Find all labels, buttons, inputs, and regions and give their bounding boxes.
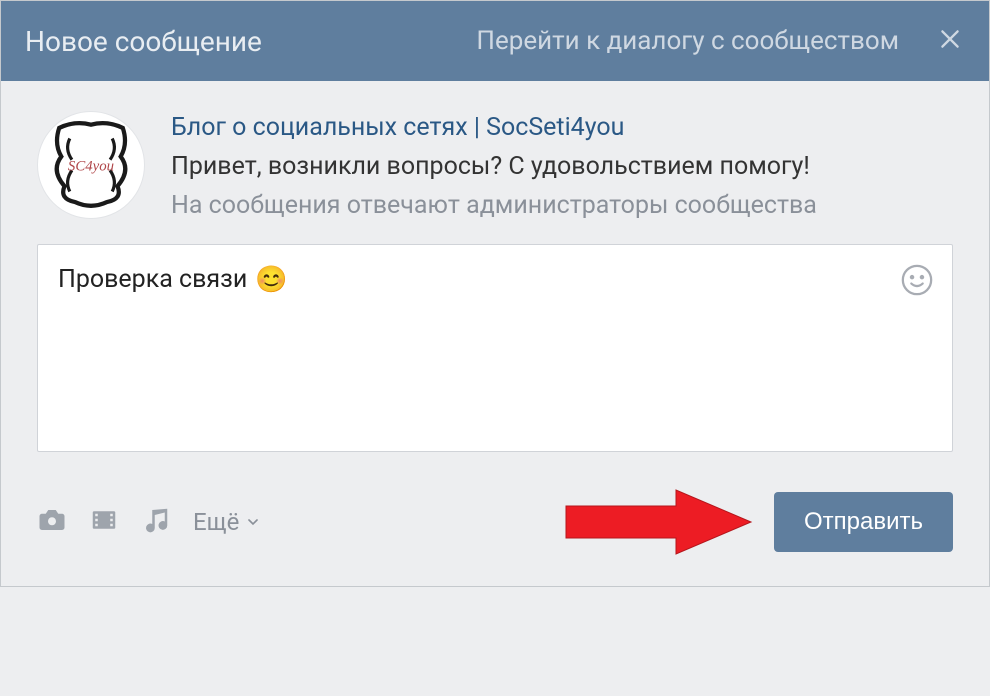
red-arrow-annotation bbox=[556, 482, 756, 562]
message-text: Проверка связи bbox=[58, 265, 247, 294]
community-row: SC4you Блог о социальных сетях | SocSeti… bbox=[37, 111, 953, 220]
music-note-icon bbox=[141, 505, 171, 539]
smile-icon bbox=[900, 282, 934, 301]
attachment-icons bbox=[37, 507, 171, 537]
smile-emoji: 😊 bbox=[255, 267, 287, 293]
modal-header: Новое сообщение Перейти к диалогу с сооб… bbox=[1, 1, 989, 81]
video-icon bbox=[89, 505, 119, 539]
admin-note: На сообщения отвечают администраторы соо… bbox=[171, 191, 953, 220]
new-message-modal: Новое сообщение Перейти к диалогу с сооб… bbox=[0, 0, 990, 587]
modal-footer: Ещё Отправить bbox=[37, 482, 953, 562]
community-avatar[interactable]: SC4you bbox=[37, 111, 145, 219]
community-name-link[interactable]: Блог о социальных сетях | SocSeti4you bbox=[171, 113, 624, 142]
arrow-right-icon bbox=[556, 482, 756, 562]
community-greeting: Привет, возникли вопросы? С удовольствие… bbox=[171, 152, 953, 181]
svg-text:SC4you: SC4you bbox=[68, 158, 114, 174]
emoji-picker-button[interactable] bbox=[900, 263, 934, 297]
more-label: Ещё bbox=[193, 508, 239, 536]
attach-video-button[interactable] bbox=[89, 507, 119, 537]
chevron-down-icon bbox=[245, 508, 261, 536]
more-attachments-button[interactable]: Ещё bbox=[193, 508, 261, 536]
attach-photo-button[interactable] bbox=[37, 507, 67, 537]
go-to-dialog-link[interactable]: Перейти к диалогу с сообществом bbox=[476, 26, 899, 56]
attach-audio-button[interactable] bbox=[141, 507, 171, 537]
send-button[interactable]: Отправить bbox=[774, 492, 953, 552]
message-content: Проверка связи 😊 bbox=[58, 265, 892, 294]
close-button[interactable] bbox=[935, 26, 965, 56]
modal-body: SC4you Блог о социальных сетях | SocSeti… bbox=[1, 81, 989, 586]
camera-icon bbox=[37, 505, 67, 539]
community-info: Блог о социальных сетях | SocSeti4you Пр… bbox=[171, 111, 953, 220]
message-textarea[interactable]: Проверка связи 😊 bbox=[37, 244, 953, 452]
close-icon bbox=[937, 26, 963, 56]
modal-title: Новое сообщение bbox=[25, 25, 262, 58]
